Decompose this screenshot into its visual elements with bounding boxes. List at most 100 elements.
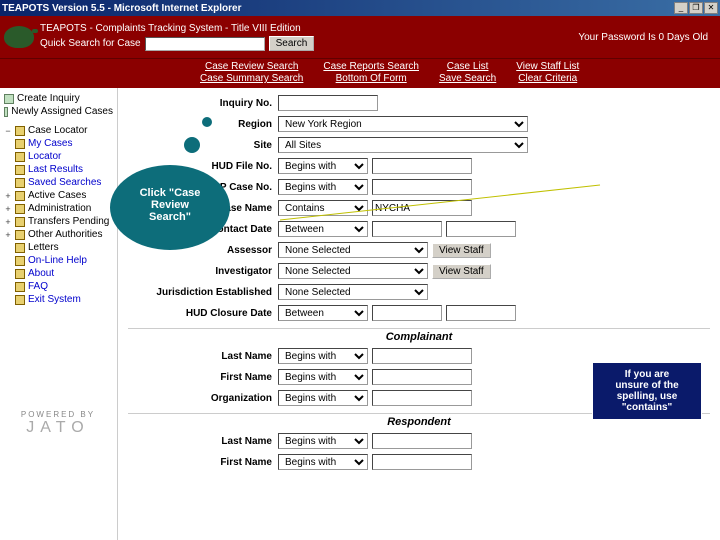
casename-input[interactable] (372, 200, 472, 216)
c-first-label: First Name (128, 372, 278, 383)
sidebar-item-label: Other Authorities (28, 229, 102, 240)
maximize-button[interactable]: ❐ (689, 2, 703, 14)
investigator-select[interactable]: None Selected (278, 263, 428, 279)
sidebar-item[interactable]: +Active Cases (2, 189, 115, 202)
sidebar-item[interactable]: + Administration (2, 202, 115, 215)
c-org-op-select[interactable]: Begins with (278, 390, 368, 406)
close-button[interactable]: ✕ (704, 2, 718, 14)
sidebar-item[interactable]: Locator (2, 150, 115, 163)
sidebar-item[interactable]: Saved Searches (2, 176, 115, 189)
c-org-input[interactable] (372, 390, 472, 406)
r-last-label: Last Name (128, 436, 278, 447)
sidebar-item[interactable]: FAQ (2, 280, 115, 293)
page-icon (4, 107, 8, 117)
sidebar-item[interactable]: +Transfers Pending (2, 215, 115, 228)
sidebar-item[interactable]: Exit System (2, 293, 115, 306)
sidebar: Create Inquiry Newly Assigned Cases − Cas… (0, 88, 118, 540)
folder-icon (15, 269, 25, 279)
site-select[interactable]: All Sites (278, 137, 528, 153)
teapot-logo-icon (4, 26, 34, 48)
quick-search-button[interactable]: Search (269, 36, 315, 51)
folder-icon (15, 230, 25, 240)
c-last-input[interactable] (372, 348, 472, 364)
sidebar-item[interactable]: − Case Locator (2, 124, 115, 137)
sidebar-item-label: Transfers Pending (28, 216, 109, 227)
folder-icon (15, 152, 25, 162)
menu-case-reports[interactable]: Case Reports Search Bottom Of Form (313, 59, 429, 88)
sidebar-item-label: On-Line Help (28, 255, 87, 266)
sidebar-item[interactable]: About (2, 267, 115, 280)
inquiry-input[interactable] (278, 95, 378, 111)
folder-icon (15, 139, 25, 149)
assessor-select[interactable]: None Selected (278, 242, 428, 258)
r-last-op-select[interactable]: Begins with (278, 433, 368, 449)
app-banner: TEAPOTS - Complaints Tracking System - T… (40, 23, 578, 34)
expand-icon: + (4, 191, 12, 201)
minimize-button[interactable]: _ (674, 2, 688, 14)
expand-icon: − (4, 126, 12, 136)
callout-bubble: Click "Case Review Search" (110, 165, 230, 250)
folder-icon (15, 295, 25, 305)
page-icon (4, 94, 14, 104)
contact-op-select[interactable]: Between (278, 221, 368, 237)
sidebar-item-label: Last Results (28, 164, 83, 175)
menu-case-review[interactable]: Case Review Search Case Summary Search (190, 59, 313, 88)
sidebar-item-label: Locator (28, 151, 61, 162)
inquiry-label: Inquiry No. (128, 98, 278, 109)
closure-from-input[interactable] (372, 305, 442, 321)
quick-search-input[interactable] (145, 37, 265, 51)
folder-icon (15, 165, 25, 175)
region-select[interactable]: New York Region (278, 116, 528, 132)
sidebar-item[interactable]: On-Line Help (2, 254, 115, 267)
sidebar-item-label: About (28, 268, 54, 279)
jato-badge: POWERED BY JATO (8, 410, 108, 437)
folder-icon (15, 191, 25, 201)
sidebar-newly-assigned[interactable]: Newly Assigned Cases (2, 105, 115, 118)
sidebar-item-label: My Cases (28, 138, 72, 149)
sidebar-item-label: Administration (28, 203, 91, 214)
closure-op-select[interactable]: Between (278, 305, 368, 321)
c-last-label: Last Name (128, 351, 278, 362)
juris-label: Jurisdiction Established (128, 287, 278, 298)
c-org-label: Organization (128, 393, 278, 404)
menu-case-list[interactable]: Case List Save Search (429, 59, 506, 88)
search-form: Inquiry No. RegionNew York Region SiteAl… (118, 88, 720, 540)
window-title: TEAPOTS Version 5.5 - Microsoft Internet… (2, 3, 674, 14)
c-first-op-select[interactable]: Begins with (278, 369, 368, 385)
r-first-label: First Name (128, 457, 278, 468)
r-first-input[interactable] (372, 454, 472, 470)
r-first-op-select[interactable]: Begins with (278, 454, 368, 470)
folder-icon (15, 282, 25, 292)
sidebar-item[interactable]: + Other Authorities (2, 228, 115, 241)
c-last-op-select[interactable]: Begins with (278, 348, 368, 364)
assessor-viewstaff-button[interactable]: View Staff (432, 243, 491, 258)
sidebar-item-label: Case Locator (28, 125, 87, 136)
hud-input[interactable] (372, 158, 472, 174)
window-titlebar: TEAPOTS Version 5.5 - Microsoft Internet… (0, 0, 720, 16)
juris-select[interactable]: None Selected (278, 284, 428, 300)
contact-to-input[interactable] (446, 221, 516, 237)
site-label: Site (128, 140, 278, 151)
fhap-op-select[interactable]: Begins with (278, 179, 368, 195)
r-last-input[interactable] (372, 433, 472, 449)
sidebar-item[interactable]: Letters (2, 241, 115, 254)
sidebar-item-label: Exit System (28, 294, 81, 305)
folder-icon (15, 256, 25, 266)
fhap-input[interactable] (372, 179, 472, 195)
sidebar-item[interactable]: Last Results (2, 163, 115, 176)
sidebar-create-inquiry[interactable]: Create Inquiry (2, 92, 115, 105)
hud-op-select[interactable]: Begins with (278, 158, 368, 174)
sidebar-item[interactable]: My Cases (2, 137, 115, 150)
contact-from-input[interactable] (372, 221, 442, 237)
app-header: TEAPOTS - Complaints Tracking System - T… (0, 16, 720, 58)
c-first-input[interactable] (372, 369, 472, 385)
folder-icon (15, 126, 25, 136)
investigator-viewstaff-button[interactable]: View Staff (432, 264, 491, 279)
folder-icon (15, 217, 25, 227)
menu-staff-list[interactable]: View Staff List Clear Criteria (506, 59, 589, 88)
expand-icon: + (4, 230, 12, 240)
casename-op-select[interactable]: Contains (278, 200, 368, 216)
tip-callout: If you areunsure of thespelling, use"con… (592, 362, 702, 420)
closure-to-input[interactable] (446, 305, 516, 321)
expand-icon: + (4, 204, 12, 214)
